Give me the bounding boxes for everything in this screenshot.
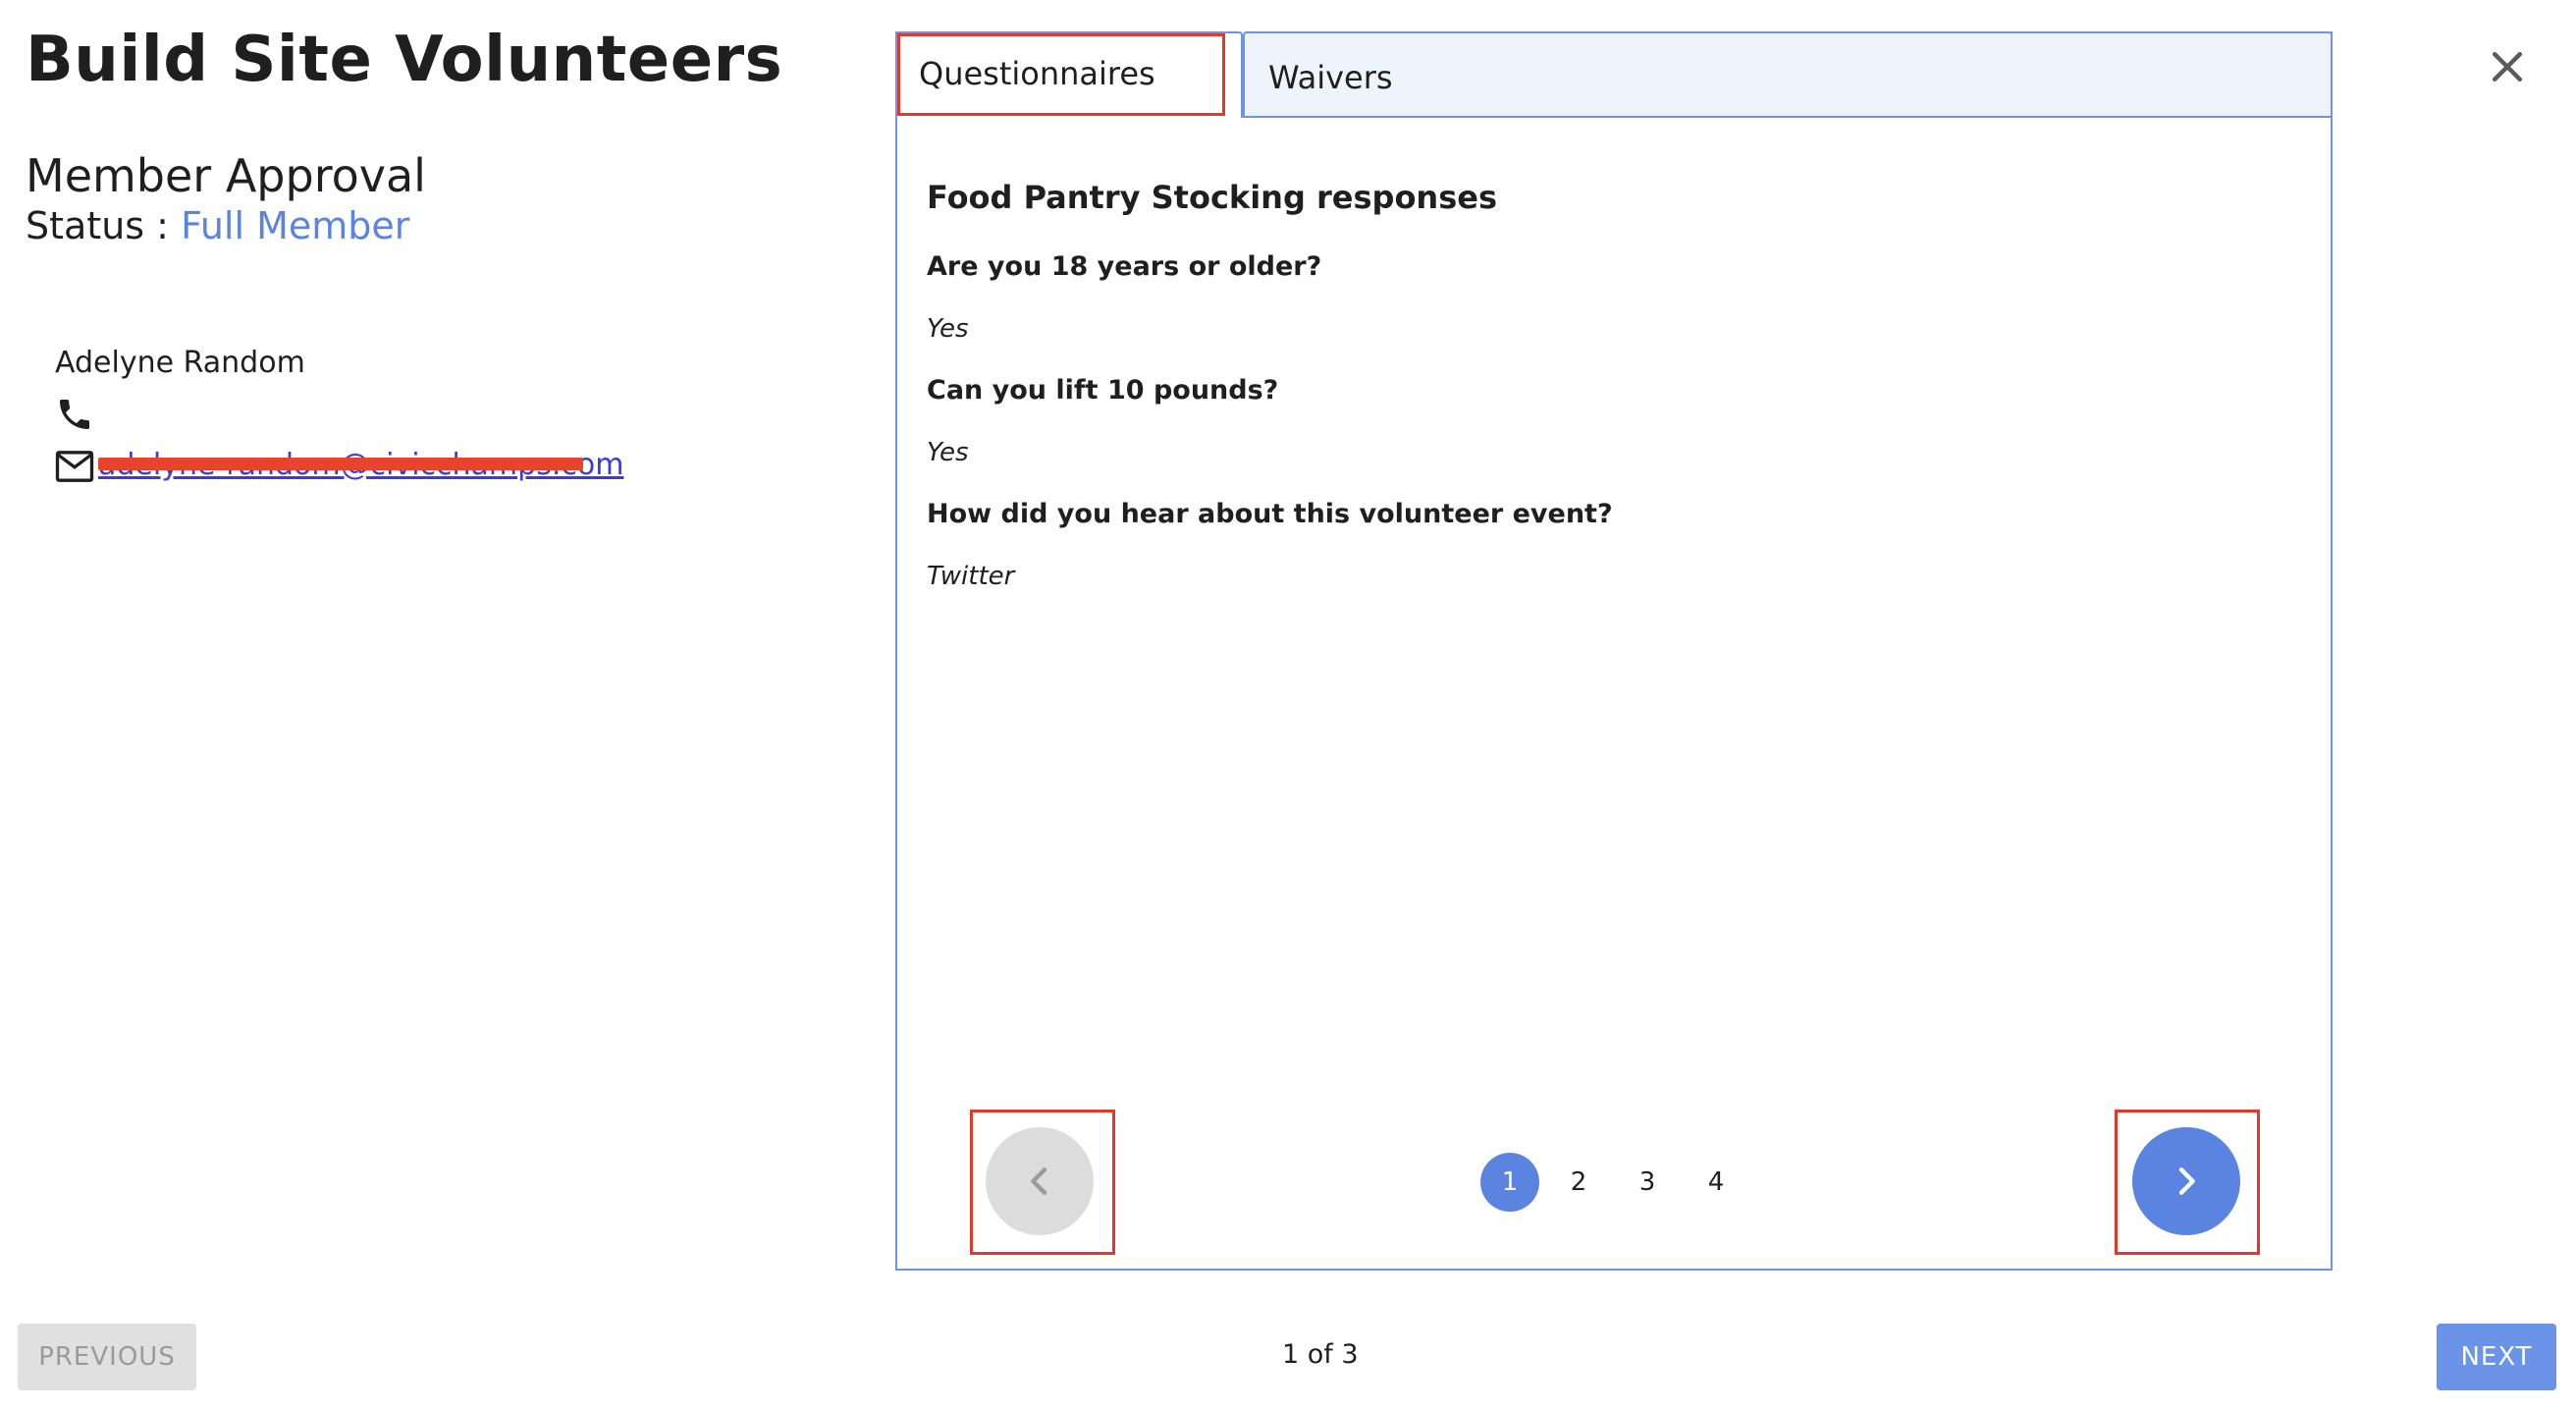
- page-number[interactable]: 1: [1480, 1153, 1539, 1212]
- questionnaire-panel: [895, 31, 2333, 1271]
- mail-icon: [55, 451, 94, 482]
- tab-bar: Questionnaires Waivers: [895, 31, 2333, 118]
- answer-text: Yes: [927, 314, 969, 344]
- chevron-right-icon: [2178, 1167, 2195, 1195]
- page-title: Build Site Volunteers: [26, 24, 783, 96]
- question-text: Can you lift 10 pounds?: [927, 375, 1279, 406]
- page-number[interactable]: 3: [1618, 1153, 1677, 1212]
- prev-page-button[interactable]: [986, 1127, 1094, 1235]
- question-text: Are you 18 years or older?: [927, 251, 1322, 282]
- previous-button[interactable]: PREVIOUS: [18, 1324, 196, 1390]
- responses-title: Food Pantry Stocking responses: [927, 179, 1497, 216]
- close-icon[interactable]: [2486, 45, 2529, 88]
- next-button[interactable]: NEXT: [2437, 1324, 2556, 1390]
- phone-icon[interactable]: [55, 395, 94, 434]
- question-text: How did you hear about this volunteer ev…: [927, 499, 1613, 529]
- tab-label: Waivers: [1268, 59, 1393, 96]
- step-indicator: 1 of 3: [1282, 1339, 1359, 1370]
- status-line: Status : Full Member: [26, 204, 409, 247]
- page-number[interactable]: 2: [1549, 1153, 1608, 1212]
- status-label: Status :: [26, 204, 182, 247]
- email-redaction: [98, 458, 583, 470]
- status-value: Full Member: [181, 204, 410, 247]
- answer-text: Twitter: [927, 562, 1015, 591]
- section-title: Member Approval: [26, 149, 426, 202]
- tab-waivers[interactable]: Waivers: [1243, 31, 2333, 118]
- tab-questionnaires[interactable]: Questionnaires: [895, 31, 1243, 118]
- page-number[interactable]: 4: [1687, 1153, 1745, 1212]
- member-name: Adelyne Random: [55, 346, 305, 380]
- tab-label: Questionnaires: [919, 55, 1155, 92]
- next-page-button[interactable]: [2132, 1127, 2240, 1235]
- answer-text: Yes: [927, 438, 969, 467]
- chevron-left-icon: [1031, 1167, 1047, 1195]
